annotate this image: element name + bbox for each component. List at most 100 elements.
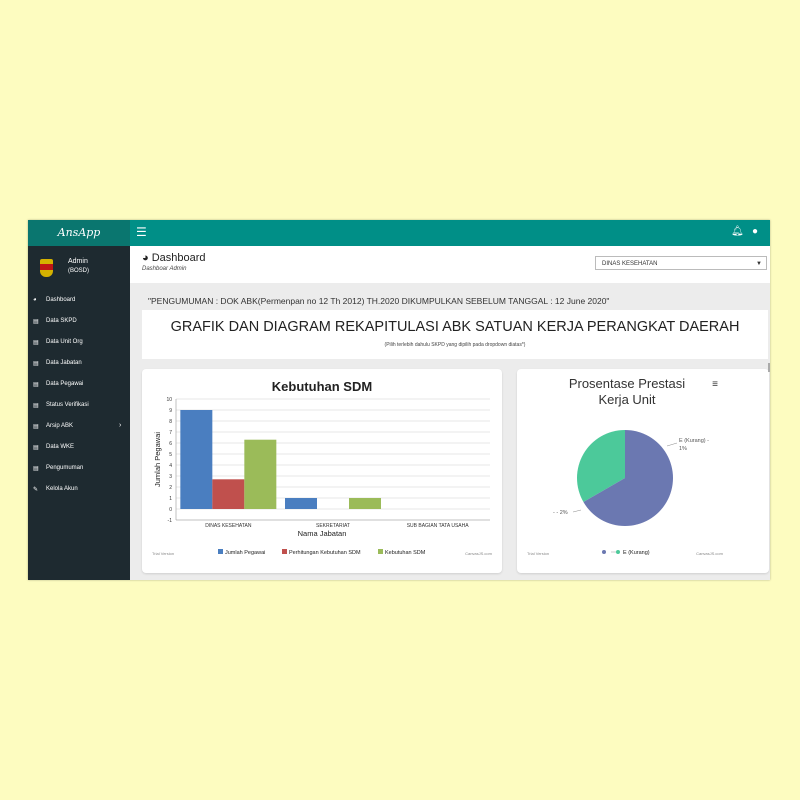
sidebar-item-data-skpd[interactable]: ▤ Data SKPD: [28, 312, 130, 332]
pie-title-line-2: Kerja Unit: [598, 392, 655, 407]
y-tick-label: 1: [169, 496, 172, 502]
skpd-dropdown-value: DINAS KESEHATAN: [602, 261, 658, 267]
legend-swatch: [218, 549, 223, 554]
page-header: ◕ Dashboard Dashboar Admin DINAS KESEHAT…: [130, 246, 770, 283]
bar-chart: Kebutuhan SDM -1 0 1 2 3 4 5 6 7 8 9 10 DINAS KESEHAT…: [152, 379, 493, 556]
list-icon: ▤: [33, 361, 39, 367]
profile-name: Admin: [68, 258, 88, 265]
y-tick-label: 0: [169, 507, 172, 513]
chart-footer-right: CanvasJS.com: [696, 551, 724, 556]
list-icon: ▤: [33, 382, 39, 388]
sidebar-item-status-verifikasi[interactable]: ▤ Status Verifikasi: [28, 396, 130, 416]
list-icon: ▤: [33, 445, 39, 451]
sidebar-item-data-wke[interactable]: ▤ Data WKE: [28, 438, 130, 458]
sidebar-item-data-pegawai[interactable]: ▤ Data Pegawai: [28, 375, 130, 395]
bar: [285, 498, 317, 509]
sidebar-item-label: Data WKE: [46, 444, 75, 450]
sidebar: Admin (BOSD) ◕ Dashboard ▤ Data SKPD ▤ Data U…: [28, 246, 130, 580]
chevron-right-icon: ›: [119, 422, 122, 429]
sidebar-item-data-jabatan[interactable]: ▤ Data Jabatan: [28, 354, 130, 374]
bar: [244, 439, 277, 509]
sidebar-item-label: Data Pegawai: [46, 381, 84, 387]
list-icon: ▤: [33, 319, 39, 325]
sidebar-item-pengumuman[interactable]: ▤ Pengumuman: [28, 459, 130, 479]
legend-label: Jumlah Pegawai: [225, 550, 265, 556]
bar: [212, 479, 245, 509]
x-tick-label: DINAS KESEHATAN: [205, 523, 252, 529]
user-icon[interactable]: ●: [752, 226, 758, 237]
top-bar: AnsApp ☰ 🔔︎ ●: [28, 220, 770, 246]
y-tick-label: 4: [169, 463, 172, 469]
hamburger-icon: ≡: [712, 379, 718, 390]
legend-label: Perhitungan Kebutuhan SDM: [289, 550, 361, 556]
y-tick-label: 5: [169, 452, 172, 458]
y-tick-label: 9: [169, 408, 172, 414]
legend-label: E (Kurang): [623, 550, 650, 556]
sidebar-item-label: Dashboard: [46, 297, 76, 303]
list-icon: ▤: [33, 340, 39, 346]
scrollbar-thumb[interactable]: [768, 363, 770, 372]
hamburger-icon[interactable]: ☰: [136, 225, 147, 239]
y-axis-label: Jumlah Pegawai: [153, 432, 162, 487]
x-axis-label: Nama Jabatan: [298, 529, 347, 538]
pie-chart-title: Prosentase Prestasi Kerja Unit: [569, 376, 685, 407]
profile-role: (BOSD): [68, 268, 89, 274]
chart-footer-right: CanvasJS.com: [465, 551, 493, 556]
user-profile: Admin (BOSD): [28, 246, 130, 291]
sidebar-item-label: Arsip ABK: [46, 423, 74, 429]
sidebar-item-label: Kelola Akun: [46, 486, 78, 492]
legend-swatch: [616, 550, 620, 554]
sidebar-item-label: Data Jabatan: [46, 360, 82, 366]
announcement-text: "PENGUMUMAN : DOK ABK(Permenpan no 12 Th…: [148, 296, 610, 306]
sidebar-item-label: Data Unit Org: [46, 339, 83, 345]
pie-label: - - 2%: [553, 510, 568, 516]
bell-icon[interactable]: 🔔︎: [731, 226, 744, 237]
y-tick-label: -1: [168, 518, 173, 524]
page-subtitle: Dashboar Admin: [142, 266, 187, 272]
y-tick-label: 8: [169, 419, 172, 425]
bar: [180, 410, 213, 509]
sidebar-item-dashboard[interactable]: ◕ Dashboard: [28, 291, 130, 311]
page-title: ◕ Dashboard: [142, 252, 206, 264]
page-title-text: Dashboard: [151, 252, 206, 264]
chart-title: Kebutuhan SDM: [272, 379, 372, 394]
x-tick-label: SUB BAGIAN TATA USAHA: [407, 523, 470, 529]
edit-icon: ✎: [33, 487, 39, 493]
chevron-down-icon: ▼: [756, 261, 762, 267]
chart-footer-left: Trial Version: [152, 551, 174, 556]
pie-chart-card: Prosentase Prestasi Kerja Unit ≡ E (Kurang)…: [517, 369, 769, 573]
y-tick-label: 3: [169, 474, 172, 480]
pie-title-line-1: Prosentase Prestasi: [569, 376, 685, 391]
bar-chart-card: Kebutuhan SDM -1 0 1 2 3 4 5 6 7 8 9 10 DINAS KESEHAT…: [142, 369, 502, 573]
legend-swatch: [602, 550, 606, 554]
y-tick-label: 2: [169, 485, 172, 491]
sidebar-item-arsip-abk[interactable]: ▤ Arsip ABK ›: [28, 417, 130, 437]
leader-line: [572, 509, 582, 513]
recap-title: GRAFIK DAN DIAGRAM REKAPITULASI ABK SATU…: [170, 319, 740, 335]
app-window: AnsApp ☰ 🔔︎ ● Admin (BOSD) ◕ Dashboard ▤ Da…: [28, 220, 770, 580]
dashboard-icon: ◕: [33, 297, 37, 303]
sidebar-item-label: Pengumuman: [46, 465, 84, 471]
sidebar-item-kelola-akun[interactable]: ✎ Kelola Akun: [28, 480, 130, 500]
leader-line: [666, 442, 678, 447]
legend-label: Kebutuhan SDM: [385, 550, 426, 556]
dashboard-icon: ◕: [142, 252, 149, 264]
sidebar-item-data-unit-org[interactable]: ▤ Data Unit Org: [28, 333, 130, 353]
legend-swatch: [378, 549, 383, 554]
legend-swatch: [282, 549, 287, 554]
brand-logo[interactable]: AnsApp: [28, 220, 130, 246]
list-icon: ▤: [33, 403, 39, 409]
sidebar-item-label: Status Verifikasi: [46, 402, 89, 408]
recap-banner: GRAFIK DAN DIAGRAM REKAPITULASI ABK SATU…: [142, 310, 768, 359]
pie-chart: Prosentase Prestasi Kerja Unit ≡ E (Kurang)…: [527, 376, 724, 556]
chart-footer-left: Trial Version: [527, 551, 549, 556]
recap-note: (Pilih terlebih dahulu SKPD yang dipilih…: [384, 342, 526, 348]
sidebar-item-label: Data SKPD: [46, 318, 77, 324]
main-content: ◕ Dashboard Dashboar Admin DINAS KESEHAT…: [130, 246, 770, 580]
list-icon: ▤: [33, 466, 39, 472]
list-icon: ▤: [33, 424, 39, 430]
y-tick-label: 10: [166, 397, 172, 403]
pie-label-line-1: E (Kurang) -: [679, 438, 709, 444]
skpd-dropdown[interactable]: DINAS KESEHATAN ▼: [595, 256, 767, 270]
bar: [349, 498, 381, 509]
